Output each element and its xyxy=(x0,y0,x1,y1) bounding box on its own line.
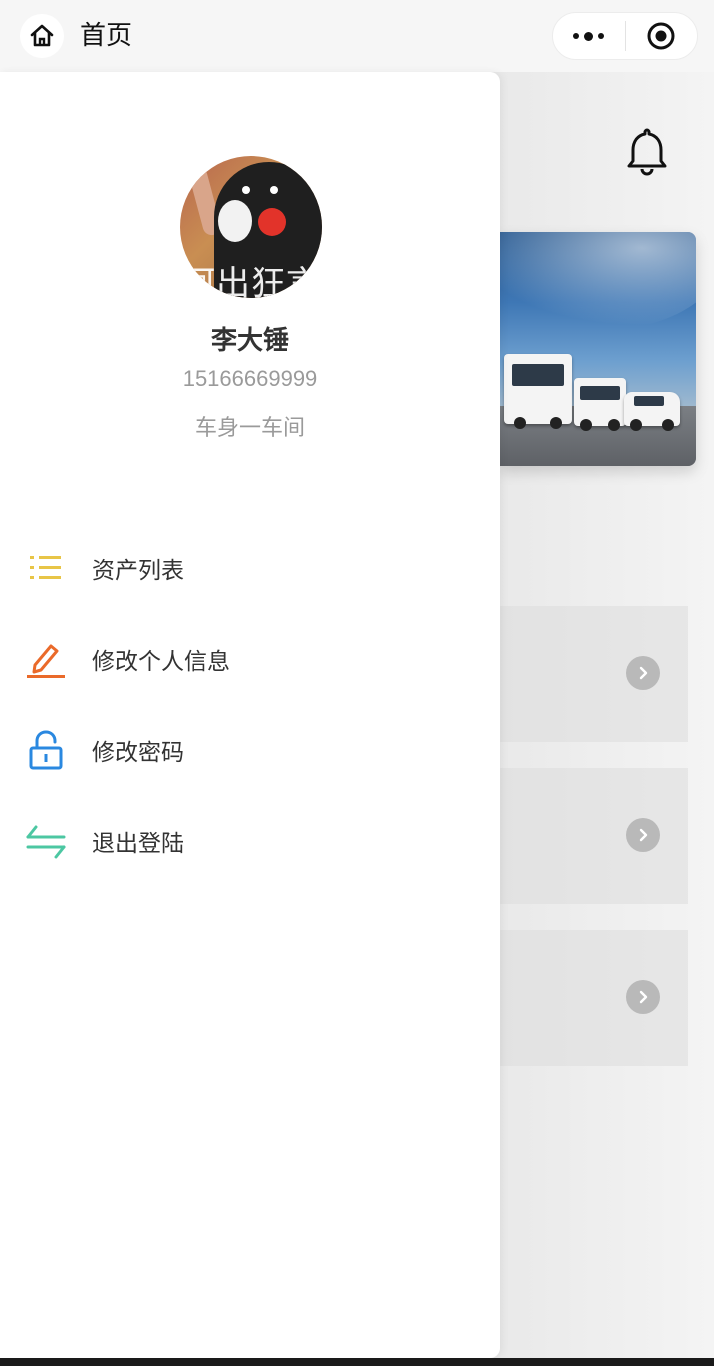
bottom-edge xyxy=(0,1358,714,1366)
menu-item-change-password[interactable]: 修改密码 xyxy=(0,710,500,790)
user-department: 车身一车间 xyxy=(194,416,305,441)
home-button[interactable] xyxy=(20,14,64,58)
screen: 首页 呵出狂言 李大锤 15166669999 车身一车间 资产列表 修改个人信… xyxy=(0,0,714,1366)
menu-capsule xyxy=(552,12,698,60)
list-item[interactable] xyxy=(500,606,688,742)
page-title: 首页 xyxy=(80,21,133,51)
menu-item-edit-profile[interactable]: 修改个人信息 xyxy=(0,619,500,699)
avatar-caption: 呵出狂言 xyxy=(181,264,321,298)
close-miniprogram-button[interactable] xyxy=(626,12,698,60)
unlock-icon xyxy=(26,730,66,770)
chevron-right-circle-icon[interactable] xyxy=(626,818,660,852)
more-button[interactable] xyxy=(553,12,625,60)
switch-arrows-icon xyxy=(26,821,66,861)
pencil-icon xyxy=(26,639,66,679)
avatar[interactable]: 呵出狂言 xyxy=(180,156,322,298)
van-image xyxy=(574,378,626,431)
menu-item-logout[interactable]: 退出登陆 xyxy=(0,801,500,881)
chevron-right-circle-icon[interactable] xyxy=(626,980,660,1014)
truck-image xyxy=(504,354,572,429)
list-icon xyxy=(26,548,66,588)
navigation-bar: 首页 xyxy=(0,0,714,72)
list-item[interactable] xyxy=(500,930,688,1066)
menu-item-label: 修改密码 xyxy=(92,740,184,766)
chevron-right-circle-icon[interactable] xyxy=(626,656,660,690)
more-dots-icon xyxy=(573,33,580,39)
user-name: 李大锤 xyxy=(210,326,289,356)
bell-icon[interactable] xyxy=(625,126,669,176)
menu-item-label: 退出登陆 xyxy=(92,831,184,857)
menu-item-label: 修改个人信息 xyxy=(92,649,230,675)
user-phone: 15166669999 xyxy=(182,366,318,391)
home-icon xyxy=(30,24,54,47)
banner-image[interactable] xyxy=(500,232,696,466)
menu-item-label: 资产列表 xyxy=(92,558,184,584)
pickup-image xyxy=(624,392,680,431)
menu-item-asset-list[interactable]: 资产列表 xyxy=(0,528,500,608)
list-item[interactable] xyxy=(500,768,688,904)
side-drawer: 呵出狂言 李大锤 15166669999 车身一车间 资产列表 修改个人信息 修… xyxy=(0,72,500,1358)
banner-sky xyxy=(500,232,696,332)
target-icon xyxy=(647,22,675,50)
